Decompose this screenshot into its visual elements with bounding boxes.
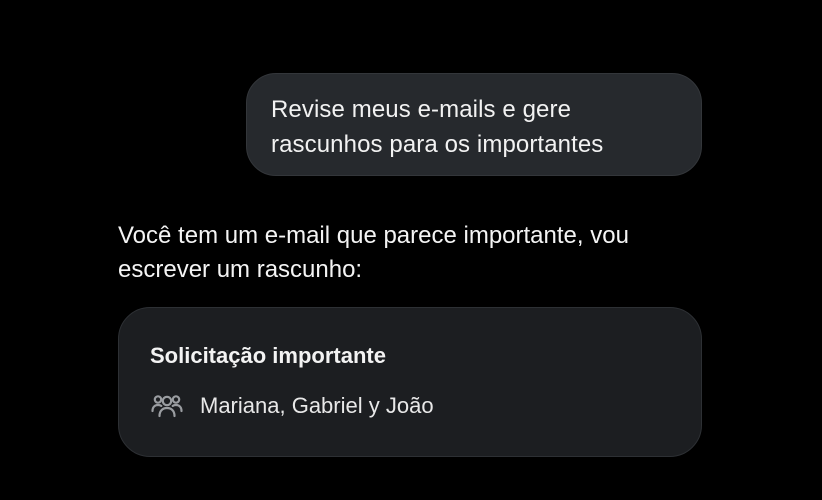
email-subject: Solicitação importante [150, 343, 386, 368]
user-message-text: Revise meus e-mails e gere rascunhos par… [271, 96, 604, 158]
recipients-row: Mariana, Gabriel y João [150, 391, 701, 421]
people-icon [150, 391, 184, 421]
user-message-bubble: Revise meus e-mails e gere rascunhos par… [246, 73, 702, 176]
email-draft-card[interactable]: Solicitação importante Mariana, Gabriel … [118, 307, 702, 457]
assistant-message-text: Você tem um e-mail que parece importante… [118, 222, 629, 283]
recipient-names: Mariana, Gabriel y João [200, 393, 434, 418]
chat-screen: Revise meus e-mails e gere rascunhos par… [0, 0, 822, 500]
